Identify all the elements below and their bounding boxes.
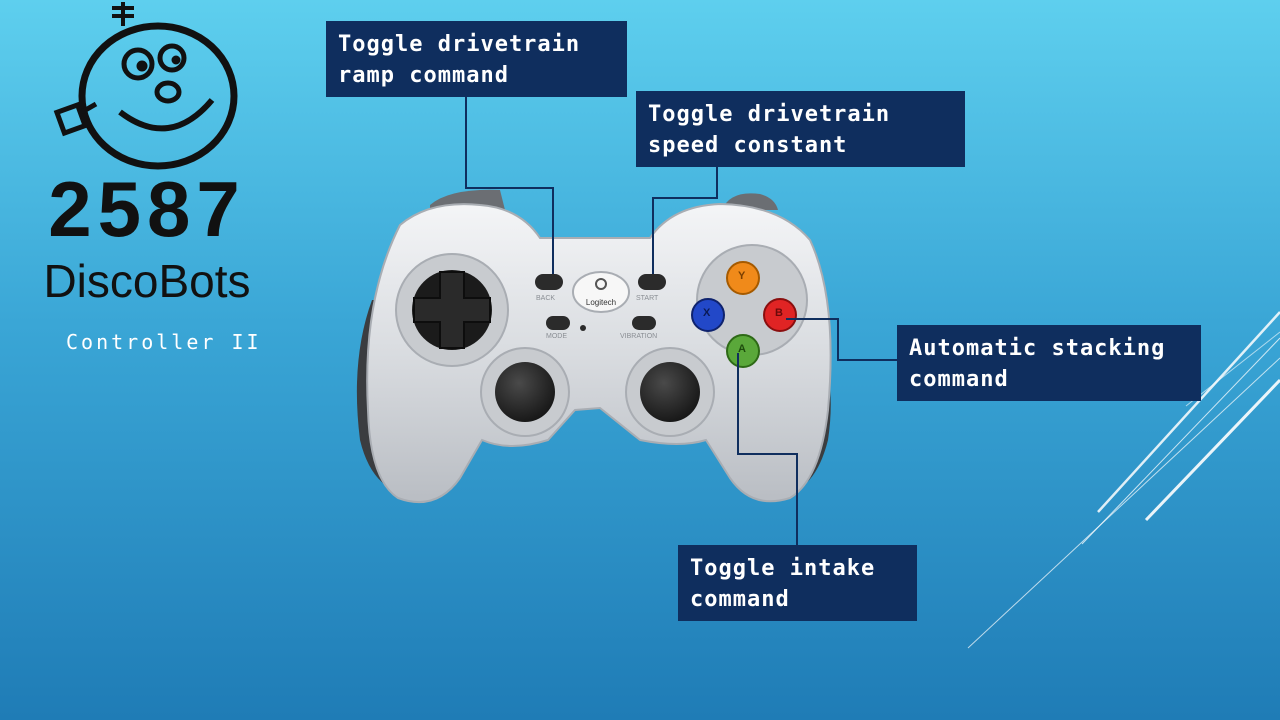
left-stick-icon bbox=[495, 362, 555, 422]
a-button-label: A bbox=[738, 343, 746, 355]
slide: 2587 DiscoBots Controller II BACK START … bbox=[0, 0, 1280, 720]
callout-intake-line2: command bbox=[690, 587, 790, 612]
callout-speed-line2: speed constant bbox=[648, 133, 848, 158]
x-button-label: X bbox=[703, 307, 711, 319]
back-button-label: BACK bbox=[536, 295, 556, 302]
vibration-button-label: VIBRATION bbox=[620, 333, 658, 340]
callout-speed-constant: Toggle drivetrain speed constant bbox=[636, 91, 965, 167]
callout-ramp-line1: Toggle drivetrain bbox=[338, 32, 581, 57]
y-button-label: Y bbox=[738, 270, 746, 282]
callout-automatic-stacking: Automatic stacking command bbox=[897, 325, 1201, 401]
callout-stacking-line2: command bbox=[909, 367, 1009, 392]
callout-ramp-line2: ramp command bbox=[338, 63, 509, 88]
callout-toggle-intake: Toggle intake command bbox=[678, 545, 917, 621]
callout-ramp-command: Toggle drivetrain ramp command bbox=[326, 21, 627, 97]
mode-button-label: MODE bbox=[546, 333, 567, 340]
b-button-label: B bbox=[775, 307, 783, 319]
callout-speed-line1: Toggle drivetrain bbox=[648, 102, 891, 127]
callout-stacking-line1: Automatic stacking bbox=[909, 336, 1166, 361]
callout-intake-line1: Toggle intake bbox=[690, 556, 876, 581]
logitech-badge: Logitech bbox=[585, 298, 617, 307]
right-stick-icon bbox=[640, 362, 700, 422]
start-button-label: START bbox=[636, 295, 659, 302]
